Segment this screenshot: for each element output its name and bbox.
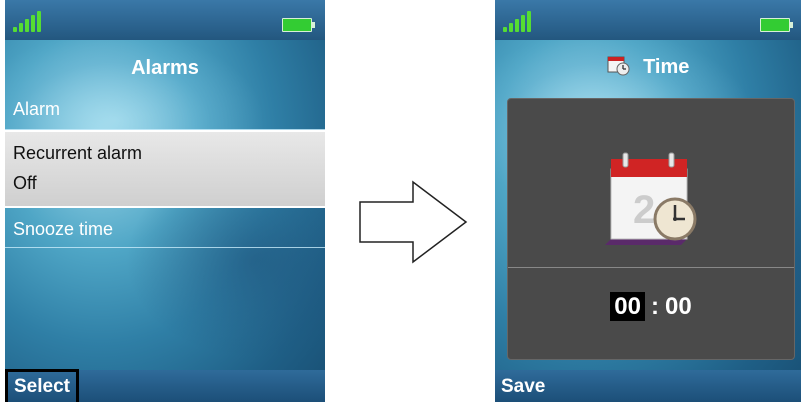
battery-icon <box>760 18 793 32</box>
menu-item-label: Alarm <box>13 99 61 119</box>
time-panel: 2 00:00 <box>507 98 795 360</box>
page-title: Time <box>643 56 690 78</box>
time-separator: : <box>651 293 659 320</box>
divider <box>508 267 794 268</box>
calendar-clock-icon <box>607 56 630 76</box>
menu-item-snooze-time[interactable]: Snooze time <box>5 210 325 248</box>
status-bar <box>5 0 325 40</box>
menu-item-label: Recurrent alarm <box>13 143 143 163</box>
battery-icon <box>282 18 315 32</box>
time-input[interactable]: 00:00 <box>508 292 794 321</box>
menu-item-alarm[interactable]: Alarm <box>5 92 325 130</box>
minutes-field[interactable]: 00 <box>665 293 692 320</box>
select-softkey[interactable]: Select <box>5 369 79 402</box>
signal-strength-icon <box>503 10 543 32</box>
calendar-clock-icon: 2 <box>605 152 697 245</box>
menu-item-recurrent-alarm[interactable]: Recurrent alarm Off <box>5 130 325 208</box>
hours-field[interactable]: 00 <box>610 292 645 321</box>
time-screen: Time 2 00:00 Save <box>495 0 801 402</box>
alarms-screen: Alarms Alarm Recurrent alarm Off Snooze … <box>5 0 325 402</box>
title-row: Time <box>495 54 801 84</box>
status-bar <box>495 0 801 40</box>
menu-item-label: Snooze time <box>13 219 114 239</box>
page-title: Alarms <box>131 57 199 79</box>
signal-strength-icon <box>13 10 53 32</box>
calendar-day-label: 2 <box>633 188 655 232</box>
menu-item-value: Off <box>13 173 37 193</box>
arrow-right-icon <box>359 180 468 264</box>
save-softkey[interactable]: Save <box>495 370 551 402</box>
